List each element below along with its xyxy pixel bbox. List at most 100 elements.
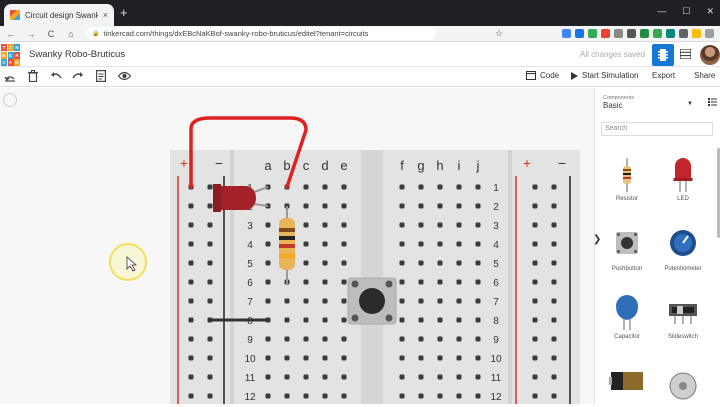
rail-hole[interactable] [188, 203, 194, 209]
breadboard-hole[interactable] [303, 203, 309, 209]
rail-hole[interactable] [532, 393, 538, 399]
rail-hole[interactable] [532, 222, 538, 228]
breadboard-hole[interactable] [399, 203, 405, 209]
share-button[interactable]: Share [694, 71, 715, 80]
delete-icon[interactable] [28, 70, 38, 85]
rail-hole[interactable] [188, 279, 194, 285]
eye-visibility-icon[interactable] [117, 70, 132, 85]
breadboard-hole[interactable] [322, 241, 328, 247]
component-led[interactable]: LED [655, 156, 711, 208]
minimize-icon[interactable]: — [657, 6, 666, 17]
breadboard-hole[interactable] [456, 260, 462, 266]
breadboard-hole[interactable] [265, 393, 271, 399]
breadboard-hole[interactable] [265, 374, 271, 380]
breadboard-hole[interactable] [418, 298, 424, 304]
breadboard-hole[interactable] [475, 279, 481, 285]
breadboard-hole[interactable] [418, 374, 424, 380]
forward-icon[interactable]: → [26, 29, 36, 39]
url-input[interactable]: 🔒 tinkercad.com/things/dxEBcNaKBof-swank… [86, 27, 436, 40]
breadboard-hole[interactable] [341, 260, 347, 266]
breadboard-hole[interactable] [418, 393, 424, 399]
components-search-input[interactable]: Search [601, 122, 713, 136]
rail-hole[interactable] [532, 355, 538, 361]
rail-hole[interactable] [532, 184, 538, 190]
breadboard-hole[interactable] [456, 184, 462, 190]
rail-hole[interactable] [551, 279, 557, 285]
breadboard-hole[interactable] [399, 222, 405, 228]
circuit-canvas[interactable]: +−+−abcdefghij11223344556677889910101111… [0, 88, 594, 404]
start-simulation-button[interactable]: Start Simulation [571, 71, 638, 80]
rail-hole[interactable] [207, 241, 213, 247]
rail-hole[interactable] [207, 374, 213, 380]
breadboard-hole[interactable] [399, 260, 405, 266]
rail-hole[interactable] [207, 355, 213, 361]
breadboard-hole[interactable] [284, 298, 290, 304]
breadboard-hole[interactable] [284, 393, 290, 399]
rail-hole[interactable] [188, 317, 194, 323]
notes-icon[interactable] [96, 70, 107, 85]
breadboard-hole[interactable] [341, 222, 347, 228]
rail-hole[interactable] [207, 298, 213, 304]
breadboard-hole[interactable] [437, 355, 443, 361]
component-pushbutton[interactable]: Pushbutton [599, 226, 655, 278]
breadboard-hole[interactable] [341, 317, 347, 323]
new-tab-button[interactable]: + [120, 5, 128, 20]
browser-extension-icon[interactable] [640, 29, 649, 38]
breadboard-hole[interactable] [437, 241, 443, 247]
breadboard-hole[interactable] [322, 374, 328, 380]
redo-icon[interactable] [72, 70, 84, 85]
design-name[interactable]: Swanky Robo-Bruticus [29, 49, 125, 60]
breadboard-hole[interactable] [475, 203, 481, 209]
tinkercad-logo[interactable]: TINKERCAD [1, 44, 20, 66]
browser-extension-icon[interactable] [679, 29, 688, 38]
breadboard-hole[interactable] [322, 260, 328, 266]
breadboard-hole[interactable] [456, 374, 462, 380]
breadboard-hole[interactable] [418, 355, 424, 361]
breadboard-hole[interactable] [284, 374, 290, 380]
breadboard-hole[interactable] [418, 241, 424, 247]
breadboard-hole[interactable] [303, 241, 309, 247]
breadboard-hole[interactable] [475, 336, 481, 342]
breadboard-hole[interactable] [322, 336, 328, 342]
rail-hole[interactable] [188, 260, 194, 266]
breadboard-hole[interactable] [475, 184, 481, 190]
breadboard-hole[interactable] [341, 355, 347, 361]
breadboard[interactable]: +−+−abcdefghij11223344556677889910101111… [0, 88, 594, 404]
breadboard-hole[interactable] [456, 393, 462, 399]
breadboard-hole[interactable] [437, 336, 443, 342]
breadboard-hole[interactable] [399, 184, 405, 190]
breadboard-hole[interactable] [437, 203, 443, 209]
browser-extension-icon[interactable] [653, 29, 662, 38]
breadboard-hole[interactable] [303, 336, 309, 342]
breadboard-hole[interactable] [418, 203, 424, 209]
export-button[interactable]: Export [652, 71, 675, 80]
browser-extension-icon[interactable] [692, 29, 701, 38]
bookmark-star-icon[interactable]: ☆ [494, 28, 504, 39]
breadboard-hole[interactable] [399, 298, 405, 304]
breadboard-hole[interactable] [475, 355, 481, 361]
breadboard-hole[interactable] [303, 184, 309, 190]
pushbutton-cap[interactable] [359, 288, 385, 314]
rail-hole[interactable] [532, 336, 538, 342]
maximize-icon[interactable]: ☐ [682, 6, 690, 17]
breadboard-hole[interactable] [475, 241, 481, 247]
breadboard-hole[interactable] [284, 317, 290, 323]
browser-extension-icon[interactable] [601, 29, 610, 38]
breadboard-hole[interactable] [399, 355, 405, 361]
rail-hole[interactable] [551, 184, 557, 190]
breadboard-hole[interactable] [418, 279, 424, 285]
rail-hole[interactable] [207, 279, 213, 285]
rail-hole[interactable] [188, 336, 194, 342]
breadboard-hole[interactable] [265, 241, 271, 247]
browser-extension-icon[interactable] [575, 29, 584, 38]
component-resistor[interactable]: Resistor [599, 158, 655, 208]
breadboard-hole[interactable] [341, 393, 347, 399]
rail-hole[interactable] [188, 374, 194, 380]
breadboard-hole[interactable] [303, 393, 309, 399]
breadboard-hole[interactable] [437, 279, 443, 285]
browser-extension-icon[interactable] [588, 29, 597, 38]
breadboard-hole[interactable] [418, 336, 424, 342]
breadboard-hole[interactable] [303, 374, 309, 380]
breadboard-hole[interactable] [341, 298, 347, 304]
rail-hole[interactable] [188, 222, 194, 228]
